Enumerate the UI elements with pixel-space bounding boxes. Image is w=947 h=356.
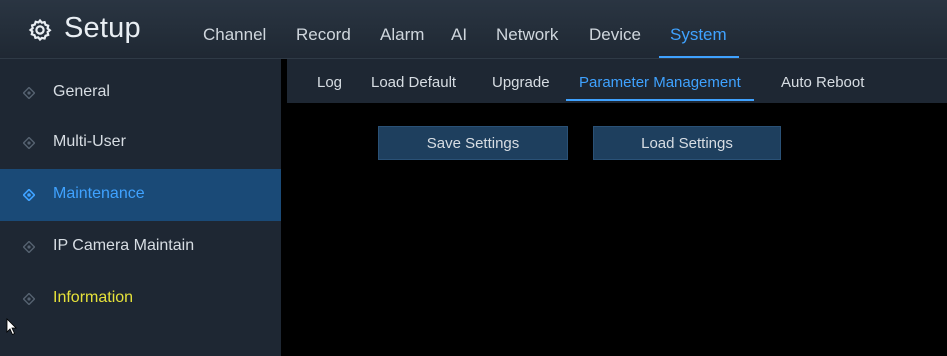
sidebar-item-label: IP Camera Maintain <box>53 237 195 254</box>
diamond-icon <box>23 241 35 253</box>
sidebar-item-label: Maintenance <box>53 185 145 202</box>
save-settings-button[interactable]: Save Settings <box>378 126 568 160</box>
sidebar-item-general[interactable]: General <box>0 67 281 119</box>
sidebar-item-label: Multi-User <box>53 133 126 150</box>
sidebar-item-multi-user[interactable]: Multi-User <box>0 117 281 169</box>
tab-channel[interactable]: Channel <box>203 25 266 45</box>
sidebar: General Multi-User Maintenance IP Camera… <box>0 59 281 356</box>
load-settings-button[interactable]: Load Settings <box>593 126 781 160</box>
subtab-log[interactable]: Log <box>317 74 342 91</box>
sidebar-item-label: General <box>53 83 110 100</box>
mouse-cursor-icon <box>6 318 17 336</box>
tab-alarm[interactable]: Alarm <box>380 25 424 45</box>
subtab-upgrade[interactable]: Upgrade <box>492 74 550 91</box>
subtab-parameter-management[interactable]: Parameter Management <box>579 74 741 91</box>
tab-record[interactable]: Record <box>296 25 351 45</box>
page-title: Setup <box>64 12 141 44</box>
diamond-icon <box>23 137 35 149</box>
active-tab-indicator <box>659 56 739 58</box>
gear-icon <box>28 18 52 42</box>
diamond-icon <box>23 87 35 99</box>
sub-nav: Log Load Default Upgrade Parameter Manag… <box>287 59 947 103</box>
diamond-icon <box>23 293 35 305</box>
sidebar-item-ip-camera-maintain[interactable]: IP Camera Maintain <box>0 221 281 273</box>
sidebar-item-information[interactable]: Information <box>0 273 281 325</box>
active-subtab-indicator <box>566 99 754 101</box>
tab-ai[interactable]: AI <box>451 25 467 45</box>
tab-system[interactable]: System <box>670 25 727 45</box>
sidebar-item-label: Information <box>53 289 134 306</box>
subtab-load-default[interactable]: Load Default <box>371 74 456 91</box>
subtab-auto-reboot[interactable]: Auto Reboot <box>781 74 864 91</box>
tab-device[interactable]: Device <box>589 25 641 45</box>
diamond-icon <box>23 189 35 201</box>
tab-network[interactable]: Network <box>496 25 558 45</box>
top-bar: Setup Channel Record Alarm AI Network De… <box>0 0 947 59</box>
sidebar-item-maintenance[interactable]: Maintenance <box>0 169 281 221</box>
